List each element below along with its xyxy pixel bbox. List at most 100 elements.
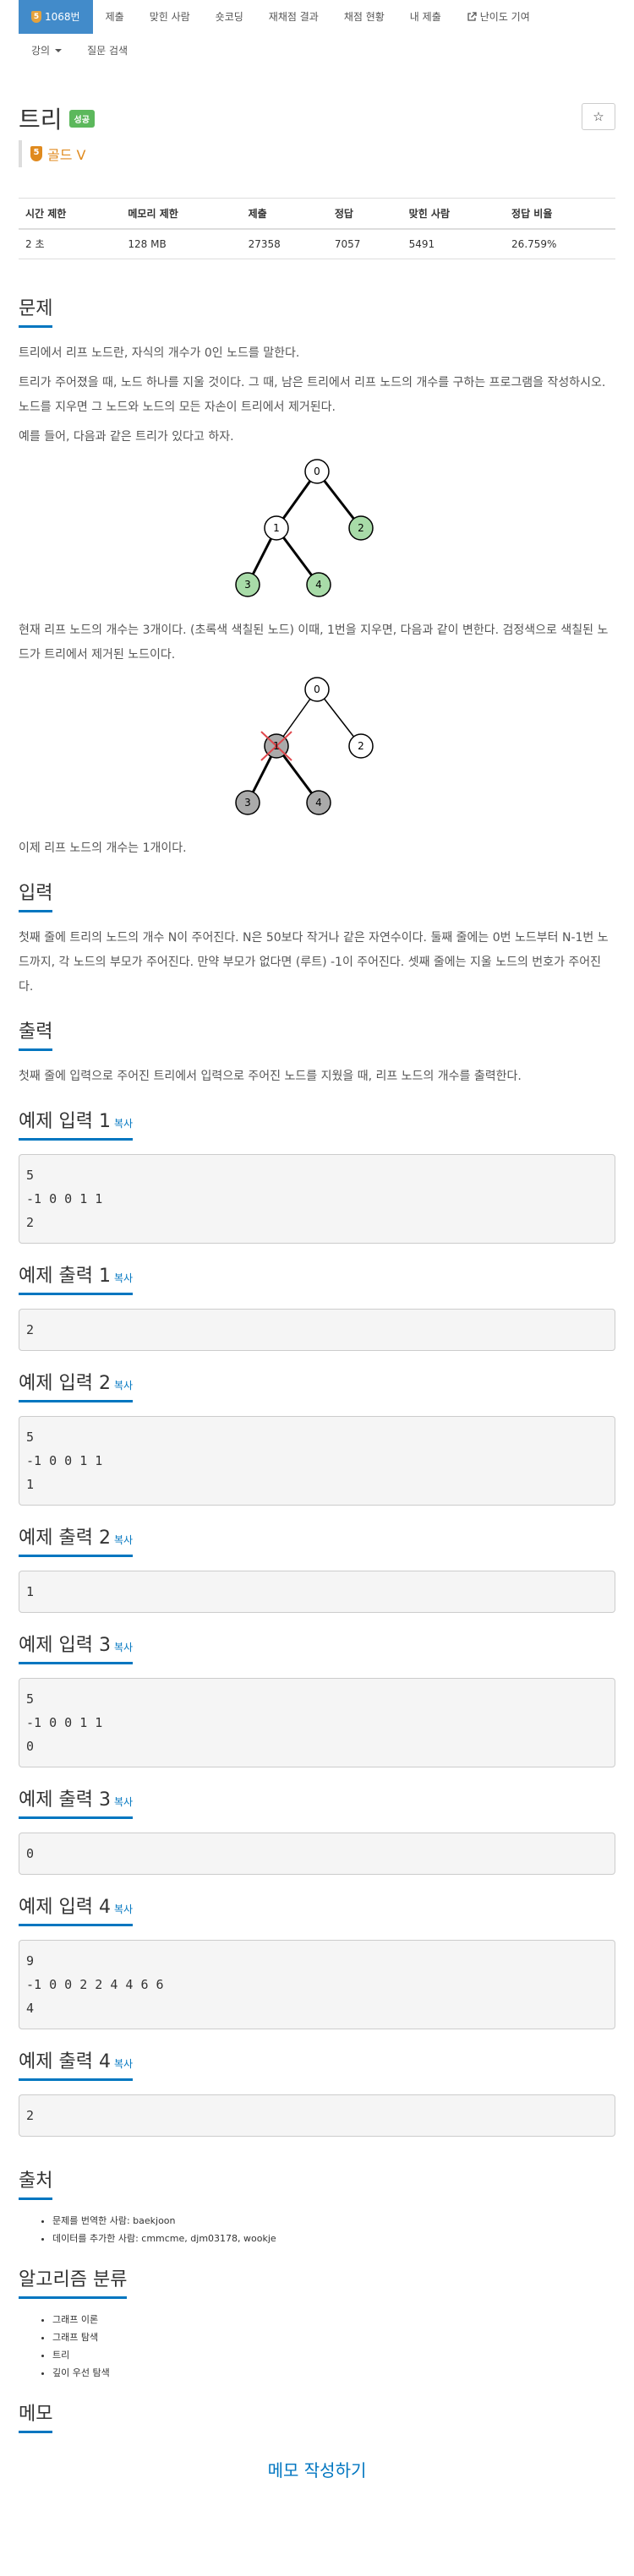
copy-button[interactable]: 복사 — [114, 1642, 133, 1653]
tree-node-label: 4 — [315, 579, 322, 591]
list-item: 데이터를 추가한 사람: cmmcme, djm03178, wookje — [52, 2230, 615, 2247]
sample-input-box[interactable]: 9 -1 0 0 2 2 4 4 6 6 4 — [19, 1940, 615, 2029]
section-heading-input: 입력 — [19, 878, 53, 912]
sample-output-box[interactable]: 2 — [19, 1309, 615, 1351]
table-row: 2 초 128 MB 27358 7057 5491 26.759% — [19, 228, 615, 259]
solvers-value: 5491 — [402, 228, 506, 259]
input-section: 입력 첫째 줄에 트리의 노드의 개수 N이 주어진다. N은 50보다 작거나… — [19, 861, 615, 999]
accepted-value: 7057 — [327, 228, 402, 259]
sample-2: 예제 입력 2 복사 5 -1 0 0 1 1 1 예제 출력 2 복사 1 — [19, 1351, 615, 1613]
sample-input-box[interactable]: 5 -1 0 0 1 1 1 — [19, 1416, 615, 1506]
nav-label: 맞힌 사람 — [149, 11, 190, 23]
header-solvers: 맞힌 사람 — [402, 198, 506, 230]
nav-solvers[interactable]: 맞힌 사람 — [137, 0, 203, 34]
nav-my-submissions[interactable]: 내 제출 — [397, 0, 454, 34]
section-heading-problem: 문제 — [19, 293, 53, 328]
time-limit-value: 2 초 — [19, 228, 122, 259]
nav-difficulty-contribution[interactable]: 난이도 기여 — [454, 0, 543, 34]
status-badge: 성공 — [68, 109, 95, 128]
section-heading-memo: 메모 — [19, 2399, 53, 2433]
title-row: 트리 성공 ☆ — [19, 101, 615, 135]
section-heading-output: 출력 — [19, 1016, 53, 1051]
sample-output-box[interactable]: 1 — [19, 1571, 615, 1613]
output-section: 출력 첫째 줄에 입력으로 주어진 트리에서 입력으로 주어진 노드를 지웠을 … — [19, 999, 615, 1089]
problem-text: 현재 리프 노드의 개수는 3개이다. (초록색 색칠된 노드) 이때, 1번을… — [19, 624, 609, 662]
caret-down-icon — [55, 49, 63, 52]
section-heading-source: 출처 — [19, 2165, 53, 2200]
sample-heading-text: 예제 입력 1 — [19, 1111, 111, 1132]
memo-section: 메모 메모 작성하기 — [19, 2382, 615, 2481]
table-header-row: 시간 제한 메모리 제한 제출 정답 맞힌 사람 정답 비율 — [19, 198, 615, 230]
sample-output-heading: 예제 출력 3 복사 — [19, 1784, 134, 1819]
nav-label: 재채점 결과 — [268, 11, 319, 23]
sample-input-heading: 예제 입력 3 복사 — [19, 1630, 134, 1664]
header-ratio: 정답 비율 — [505, 198, 615, 230]
algorithm-section: 알고리즘 분류 그래프 이론 그래프 탐색 트리 깊이 우선 탐색 — [19, 2247, 615, 2382]
list-item[interactable]: 그래프 이론 — [52, 2311, 615, 2328]
copy-button[interactable]: 복사 — [114, 1380, 133, 1391]
sample-4: 예제 입력 4 복사 9 -1 0 0 2 2 4 4 6 6 4 예제 출력 4… — [19, 1875, 615, 2137]
write-memo-link[interactable]: 메모 작성하기 — [19, 2457, 615, 2481]
nav-short-coding[interactable]: 숏코딩 — [203, 0, 256, 34]
copy-button[interactable]: 복사 — [114, 1118, 133, 1130]
tree-node-label: 2 — [358, 522, 364, 534]
tree-node-label: 0 — [314, 683, 320, 695]
list-item[interactable]: 트리 — [52, 2346, 615, 2364]
nav-label: 채점 현황 — [343, 11, 385, 23]
tier-label[interactable]: 5 골드 V — [19, 140, 103, 167]
tier-medal-icon: 5 — [30, 146, 42, 161]
memory-limit-value: 128 MB — [121, 228, 242, 259]
copy-button[interactable]: 복사 — [114, 1272, 133, 1284]
sample-output-heading: 예제 출력 1 복사 — [19, 1261, 134, 1295]
tree-node-label: 0 — [314, 466, 320, 477]
nav-label: 강의 — [31, 45, 51, 57]
nav-question-search[interactable]: 질문 검색 — [74, 34, 140, 68]
nav-label: 내 제출 — [409, 11, 441, 23]
list-item[interactable]: 깊이 우선 탐색 — [52, 2364, 615, 2382]
tree-node-label: 1 — [273, 740, 280, 752]
medal-icon: 5 — [31, 11, 41, 23]
copy-button[interactable]: 복사 — [114, 1796, 133, 1808]
source-section: 출처 문제를 번역한 사람: baekjoon 데이터를 추가한 사람: cmm… — [19, 2148, 615, 2247]
algorithm-list: 그래프 이론 그래프 탐색 트리 깊이 우선 탐색 — [52, 2311, 615, 2382]
sample-heading-text: 예제 출력 3 — [19, 1789, 111, 1811]
sample-output-box[interactable]: 2 — [19, 2094, 615, 2137]
sample-input-box[interactable]: 5 -1 0 0 1 1 0 — [19, 1678, 615, 1767]
copy-button[interactable]: 복사 — [114, 2058, 133, 2070]
header-accepted: 정답 — [327, 198, 402, 230]
list-item[interactable]: 그래프 탐색 — [52, 2328, 615, 2346]
output-text: 첫째 줄에 입력으로 주어진 트리에서 입력으로 주어진 노드를 지웠을 때, … — [19, 1070, 522, 1083]
sample-output-heading: 예제 출력 4 복사 — [19, 2046, 134, 2081]
nav-problem-number[interactable]: 5 1068번 — [19, 0, 93, 34]
sample-input-heading: 예제 입력 2 복사 — [19, 1368, 134, 1402]
submissions-value: 27358 — [241, 228, 328, 259]
tree-figure-before: 0 1 2 3 4 — [235, 459, 374, 597]
sample-3: 예제 입력 3 복사 5 -1 0 0 1 1 0 예제 출력 3 복사 0 — [19, 1613, 615, 1875]
nav-label: 난이도 기여 — [479, 11, 530, 23]
problem-text: 예를 들어, 다음과 같은 트리가 있다고 하자. — [19, 430, 234, 444]
favorite-button[interactable]: ☆ — [582, 103, 615, 130]
tree-node-label: 4 — [315, 797, 322, 809]
problem-text: 이제 리프 노드의 개수는 1개이다. — [19, 841, 187, 855]
sample-output-box[interactable]: 0 — [19, 1833, 615, 1875]
nav-lectures[interactable]: 강의 — [19, 34, 74, 68]
copy-button[interactable]: 복사 — [114, 1903, 133, 1915]
sample-output-heading: 예제 출력 2 복사 — [19, 1522, 134, 1557]
nav-label: 질문 검색 — [87, 45, 128, 57]
problem-nav: 5 1068번 제출 맞힌 사람 숏코딩 재채점 결과 채점 현황 내 제출 난… — [0, 0, 634, 68]
tree-node-label: 2 — [358, 740, 364, 752]
header-memory-limit: 메모리 제한 — [121, 198, 242, 230]
nav-label: 숏코딩 — [215, 11, 243, 23]
sample-1: 예제 입력 1 복사 5 -1 0 0 1 1 2 예제 출력 1 복사 2 — [19, 1089, 615, 1351]
sample-input-box[interactable]: 5 -1 0 0 1 1 2 — [19, 1154, 615, 1244]
list-item: 문제를 번역한 사람: baekjoon — [52, 2212, 615, 2230]
section-heading-algorithm: 알고리즘 분류 — [19, 2264, 128, 2299]
tier-text: 골드 V — [47, 147, 86, 163]
problem-text: 트리가 주어졌을 때, 노드 하나를 지울 것이다. 그 때, 남은 트리에서 … — [19, 376, 606, 414]
star-icon: ☆ — [593, 109, 604, 124]
nav-status[interactable]: 채점 현황 — [331, 0, 397, 34]
copy-button[interactable]: 복사 — [114, 1534, 133, 1546]
nav-label: 제출 — [105, 11, 124, 23]
nav-rejudge[interactable]: 재채점 결과 — [256, 0, 331, 34]
nav-submit[interactable]: 제출 — [93, 0, 137, 34]
